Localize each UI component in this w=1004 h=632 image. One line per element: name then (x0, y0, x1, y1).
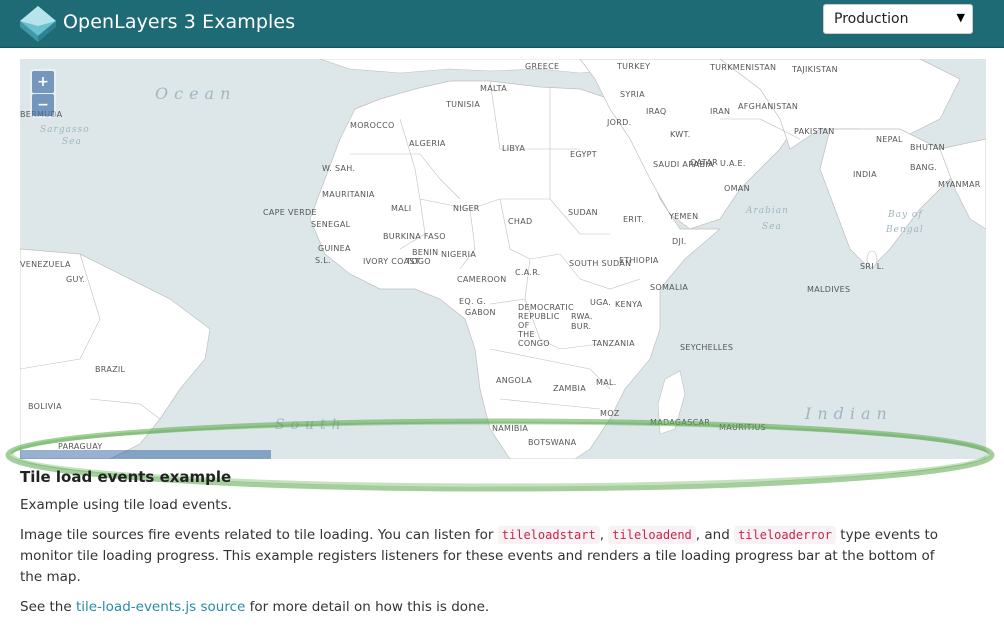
short-description: Example using tile load events. (20, 497, 232, 513)
country-label: NAMIBIA (492, 424, 528, 433)
ocean-label: Arabian (745, 206, 789, 216)
country-label: RWA. (571, 312, 593, 321)
zoom-control: + − (30, 69, 56, 118)
country-label: EQ. G. (459, 297, 486, 306)
tile-loading-progress-bar (20, 450, 272, 459)
long-description: Image tile sources fire events related t… (20, 526, 939, 585)
country-label: JORD. (606, 118, 631, 127)
code-tileloaderror: tileloaderror (734, 526, 836, 544)
country-label: SOUTH SUDAN (569, 259, 631, 268)
country-label: MALDIVES (807, 285, 850, 294)
ocean-label: Sea (62, 137, 82, 147)
country-label: MAURITANIA (322, 190, 375, 199)
example-title: Tile load events example (20, 468, 232, 486)
country-label: NIGERIA (441, 250, 476, 259)
openlayers-logo-icon[interactable] (18, 4, 58, 44)
country-label: YEMEN (668, 212, 698, 221)
ocean-label: Sargasso (40, 125, 90, 135)
country-label: GABON (465, 308, 496, 317)
country-label: ZAMBIA (553, 384, 586, 393)
brand-title[interactable]: OpenLayers 3 Examples (63, 11, 295, 33)
country-label: INDIA (853, 170, 877, 179)
country-label: MALI (391, 204, 411, 213)
country-label: TAJIKISTAN (791, 65, 838, 74)
country-label: ANGOLA (496, 376, 532, 385)
country-label: U.A.E. (720, 159, 746, 168)
country-label: BHUTAN (910, 143, 945, 152)
ocean-label: Ocean (155, 84, 236, 103)
country-label: MYANMAR (938, 180, 981, 189)
country-label: SYRIA (620, 90, 645, 99)
country-label: MAURITIUS (719, 423, 766, 432)
country-label: BUR. (571, 322, 591, 331)
country-label: W. SAH. (322, 164, 355, 173)
map-viewport[interactable]: Ocean Sargasso Sea Arabian Sea Bay of Be… (20, 59, 986, 459)
country-label: IRAN (710, 107, 730, 116)
zoom-out-button[interactable]: − (32, 94, 54, 116)
country-label: MOZ (600, 409, 620, 418)
country-label: GUY. (66, 275, 85, 284)
country-label: OMAN (724, 184, 750, 193)
country-label: ERIT. (623, 215, 644, 224)
ocean-label: Bay of (887, 210, 923, 220)
example-description: Tile load events example Example using t… (20, 468, 960, 627)
country-label: BENIN (412, 248, 438, 257)
country-label: MADAGASCAR (650, 418, 710, 427)
country-label: GREECE (525, 62, 559, 71)
ocean-label: South (275, 417, 347, 433)
basemap-tiles: Ocean Sargasso Sea Arabian Sea Bay of Be… (20, 59, 986, 459)
country-label: UGA. (590, 298, 611, 307)
country-label: KWT. (670, 130, 691, 139)
source-link[interactable]: tile-load-events.js source (76, 599, 245, 615)
ocean-label: Bengal (885, 225, 924, 235)
caret-down-icon: ▼ (956, 11, 965, 24)
country-label: AFGHANISTAN (738, 102, 798, 111)
navbar: OpenLayers 3 Examples Production ▼ (0, 0, 1004, 48)
country-label: CAMEROON (457, 275, 507, 284)
version-select[interactable]: Production ▼ (823, 4, 973, 34)
country-label: LIBYA (502, 144, 525, 153)
country-label: VENEZUELA (20, 260, 71, 269)
country-label: TOGO (405, 257, 431, 266)
zoom-in-button[interactable]: + (32, 71, 54, 93)
code-tileloadend: tileloadend (608, 526, 696, 544)
country-label: TURKMENISTAN (709, 63, 776, 72)
country-label: DJI. (672, 237, 687, 246)
country-label: MAL. (596, 378, 617, 387)
country-label: ALGERIA (409, 139, 446, 148)
country-label: EGYPT (570, 150, 597, 159)
country-label: TANZANIA (591, 339, 635, 348)
version-select-value: Production (834, 11, 909, 27)
country-label: IRAQ (646, 107, 666, 116)
ocean-label: Indian (804, 404, 893, 423)
country-label: BOTSWANA (528, 438, 577, 447)
country-label: C.A.R. (515, 268, 541, 277)
country-label: SEYCHELLES (680, 343, 733, 352)
country-label: QATAR (690, 158, 718, 167)
country-label: SENEGAL (311, 220, 351, 229)
country-label: MOROCCO (350, 121, 395, 130)
code-tileloadstart: tileloadstart (497, 526, 600, 544)
country-label: TUNISIA (445, 100, 480, 109)
country-label: CAPE VERDE (263, 208, 317, 217)
country-label: GUINEA (318, 244, 351, 253)
country-label: CHAD (508, 217, 532, 226)
country-label: BANG. (910, 163, 937, 172)
ocean-label: Sea (762, 222, 782, 232)
source-note: See the tile-load-events.js source for m… (20, 599, 490, 615)
country-label: SRI L. (860, 262, 884, 271)
country-label: BOLIVIA (28, 402, 62, 411)
country-label: NIGER (453, 204, 480, 213)
country-label: NEPAL (876, 135, 903, 144)
country-label: MALTA (480, 84, 507, 93)
country-label: TURKEY (616, 62, 650, 71)
country-label: BRAZIL (95, 365, 126, 374)
country-label: SUDAN (568, 208, 598, 217)
country-label: S.L. (315, 256, 331, 265)
country-label: PAKISTAN (794, 127, 835, 136)
country-label: BURKINA FASO (383, 232, 446, 241)
country-label: SOMALIA (650, 283, 688, 292)
country-label: KENYA (615, 300, 643, 309)
